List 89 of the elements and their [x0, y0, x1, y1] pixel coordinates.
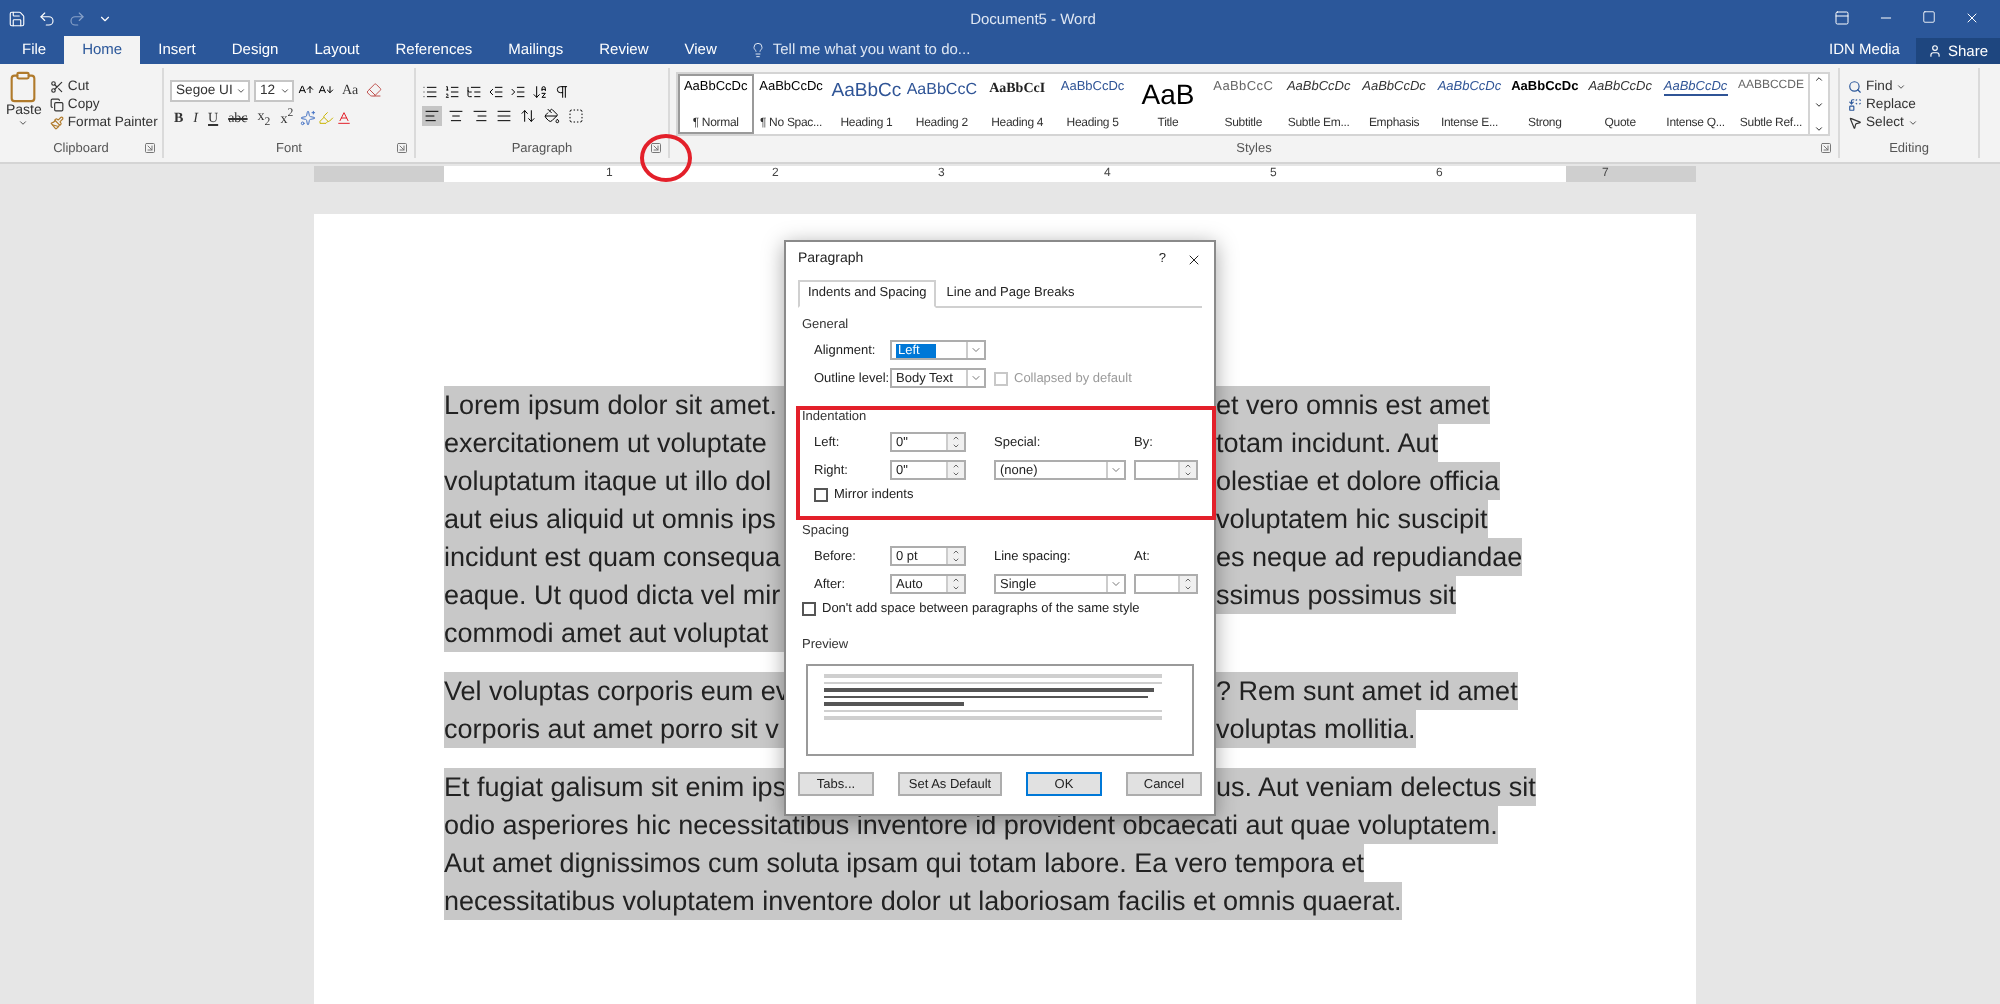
close-icon[interactable] — [1186, 251, 1202, 267]
chevron-down-icon — [1814, 99, 1825, 109]
undo-icon[interactable] — [38, 9, 56, 27]
search-icon — [1848, 79, 1862, 93]
dialog-launcher-icon[interactable] — [650, 142, 662, 154]
caret-icon — [1907, 117, 1918, 127]
align-left-icon — [424, 107, 440, 123]
caret-icon — [236, 85, 246, 95]
spin-field[interactable] — [1134, 574, 1198, 594]
style-preview: AaBbCc — [831, 80, 902, 102]
caret-icon — [18, 118, 29, 128]
body-text: incidunt est quam consequa — [444, 542, 781, 572]
spin-arrows-icon[interactable] — [946, 434, 964, 450]
body-text: eaque. Ut quod dicta vel mir — [444, 580, 781, 610]
highlight-circle — [640, 134, 692, 182]
spin-arrows-icon[interactable] — [946, 462, 964, 478]
customize-icon[interactable] — [98, 11, 112, 25]
align-center-icon — [448, 107, 464, 123]
bullets-icon[interactable] — [422, 83, 438, 99]
align-left-button[interactable] — [422, 105, 442, 125]
body-text: voluptas mollitia. — [1216, 712, 1416, 748]
body-text: Et fugiat galisum sit enim ips — [444, 772, 787, 802]
lightbulb-icon — [750, 41, 767, 57]
body-text: olestiae et dolore officia — [1216, 464, 1500, 500]
ribbon-display-icon[interactable] — [1834, 10, 1850, 26]
shading-button[interactable] — [542, 105, 562, 125]
pilcrow-icon[interactable] — [554, 83, 570, 99]
font-color-icon[interactable] — [335, 110, 352, 126]
body-text: Lorem ipsum dolor sit amet. — [444, 390, 778, 420]
text-effects-icon[interactable] — [299, 110, 316, 126]
clear-formatting-icon[interactable] — [366, 82, 383, 98]
body-text: ? Rem sunt amet id amet — [1216, 674, 1518, 710]
redo-icon[interactable] — [68, 9, 86, 27]
chevron-down-icon — [1110, 464, 1122, 476]
checkbox[interactable] — [802, 602, 816, 616]
spin-arrows-icon[interactable] — [1178, 576, 1196, 592]
align-right-icon — [472, 107, 488, 123]
body-text: Aut amet dignissimos cum soluta ipsam qui totam labore. Ea vero tempora et — [444, 846, 1364, 882]
increase-indent-icon[interactable] — [510, 83, 526, 99]
user-icon — [1927, 44, 1942, 58]
save-icon[interactable] — [8, 9, 26, 27]
paint-bucket-icon — [544, 107, 560, 123]
chevron-down-icon — [970, 344, 982, 356]
spin-arrows-icon[interactable] — [946, 548, 964, 564]
body-text: voluptatem hic suscipit — [1216, 502, 1488, 538]
body-text: voluptatum itaque ut illo dol — [444, 466, 772, 496]
body-text: exercitationem ut voluptate — [444, 428, 767, 458]
copy-icon — [49, 97, 64, 111]
line-spacing-icon — [520, 107, 536, 123]
body-text: ssimus possimus sit — [1216, 578, 1457, 614]
chevron-down-icon — [1110, 578, 1122, 590]
dialog-launcher-icon[interactable] — [1820, 142, 1832, 154]
line-spacing-button[interactable] — [518, 105, 538, 125]
chevron-down-icon — [970, 372, 982, 384]
style-preview: AaBbCcC — [906, 80, 977, 98]
spin-field[interactable] — [1134, 460, 1198, 480]
grow-font-icon[interactable] — [298, 82, 314, 98]
body-text: corporis aut amet porro sit v — [444, 714, 779, 744]
spin-arrows-icon[interactable] — [946, 576, 964, 592]
checkbox[interactable] — [814, 488, 828, 502]
body-text: commodi amet aut voluptat — [444, 618, 769, 648]
justify-button[interactable] — [494, 105, 514, 125]
scissors-icon — [49, 79, 64, 93]
body-text: et vero omnis est amet — [1216, 388, 1490, 424]
shrink-font-icon[interactable] — [318, 82, 334, 98]
align-right-button[interactable] — [470, 105, 490, 125]
body-text: totam incidunt. Aut — [1216, 426, 1439, 462]
body-text: us. Aut veniam delectus sit — [1216, 770, 1536, 806]
caret-icon — [280, 85, 290, 95]
pointer-icon — [1848, 115, 1862, 129]
numbering-icon[interactable] — [444, 83, 460, 99]
body-text: necessitatibus voluptatem inventore dolor ut laboriosam facilis et omnis quaerat. — [444, 884, 1402, 920]
clipboard-icon — [6, 70, 41, 104]
body-text: es neque ad repudiandae — [1216, 540, 1523, 576]
dialog-launcher-icon[interactable] — [396, 142, 408, 154]
style-preview: AaB — [1141, 80, 1195, 108]
align-center-button[interactable] — [446, 105, 466, 125]
paintbrush-icon — [49, 115, 64, 129]
maximize-icon[interactable] — [1922, 10, 1936, 24]
caret-icon — [1896, 81, 1907, 91]
body-text: odio asperiores hic necessitatibus inventore id provident obcaecati aut quae voluptatem. — [444, 808, 1498, 844]
chevron-up-icon — [1814, 74, 1825, 84]
justify-icon — [496, 107, 512, 123]
dialog-launcher-icon[interactable] — [144, 142, 156, 154]
sort-icon[interactable] — [532, 83, 548, 99]
more-icon — [1814, 124, 1825, 134]
multilevel-list-icon[interactable] — [466, 83, 482, 99]
spin-arrows-icon[interactable] — [1178, 462, 1196, 478]
body-text: aut eius aliquid ut omnis ips — [444, 504, 776, 534]
